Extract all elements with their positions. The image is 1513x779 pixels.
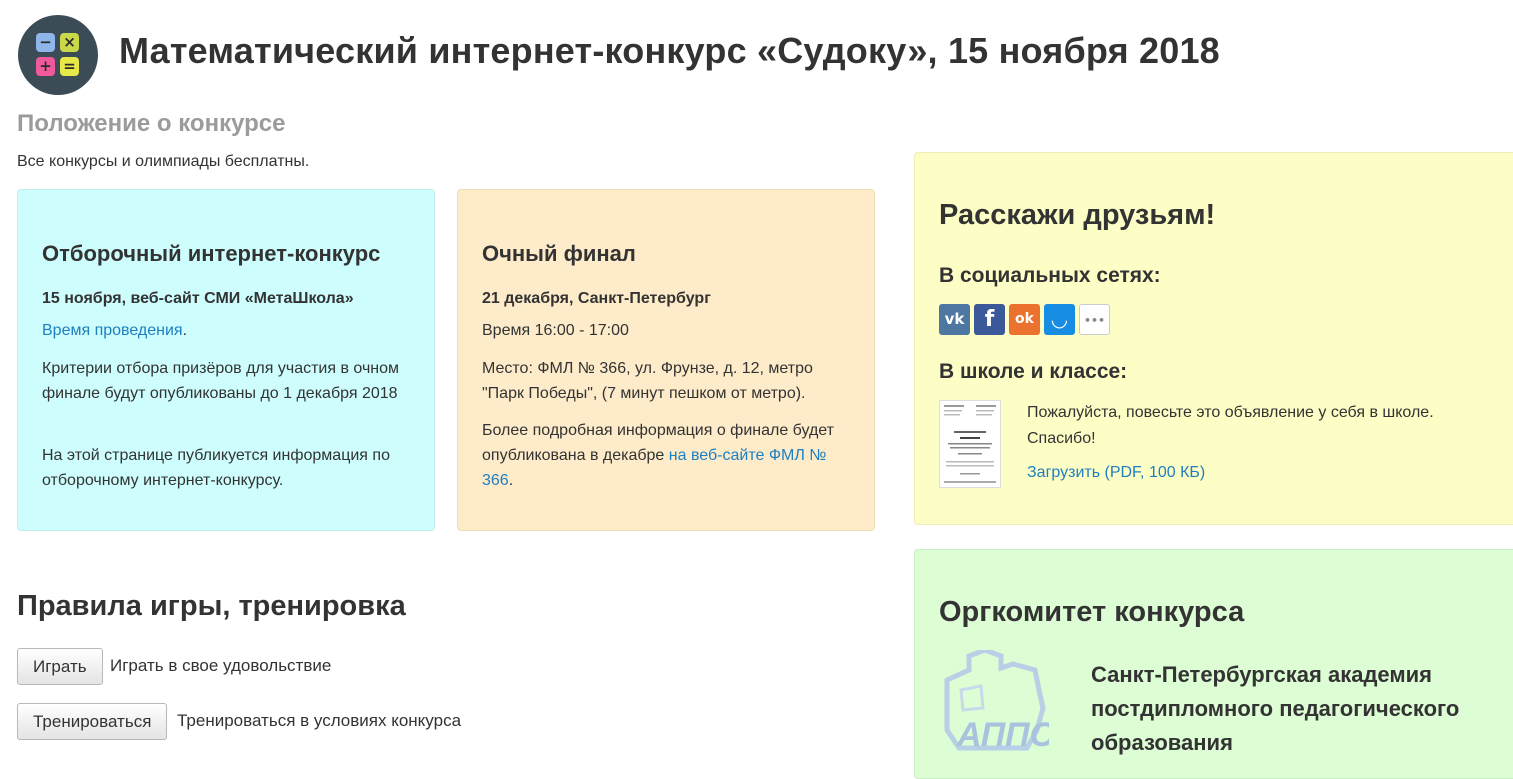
school-heading: В школе и классе: xyxy=(939,360,1128,383)
organizer-title: Оргкомитет конкурса xyxy=(939,596,1245,628)
appo-logo-icon: АППО xyxy=(944,650,1049,754)
flyer-preview-icon xyxy=(944,405,996,483)
free-note: Все конкурсы и олимпиады бесплатны. xyxy=(17,153,310,170)
final-location: Место: ФМЛ № 366, ул. Фрунзе, д. 12, мет… xyxy=(482,360,813,402)
final-time: Время 16:00 - 17:00 xyxy=(482,322,629,339)
train-button[interactable]: Тренироваться xyxy=(17,703,168,740)
qualifier-info: На этой странице публикуется информация … xyxy=(42,447,390,489)
time-link[interactable]: Время проведения xyxy=(42,322,183,339)
logo-plus: + xyxy=(36,57,55,76)
vk-share-button[interactable]: vk xyxy=(939,304,970,335)
final-card: Очный финал 21 декабря, Санкт-Петербург … xyxy=(457,189,875,531)
qualifier-card: Отборочный интернет-конкурс 15 ноября, в… xyxy=(17,189,435,531)
download-flyer-link[interactable]: Загрузить (PDF, 100 КБ) xyxy=(1027,464,1205,482)
play-button[interactable]: Играть xyxy=(17,648,103,685)
qualifier-date-place: 15 ноября, веб-сайт СМИ «МетаШкола» xyxy=(42,290,354,307)
odnoklassniki-share-button[interactable]: ok xyxy=(1009,304,1040,335)
share-title: Расскажи друзьям! xyxy=(939,199,1216,231)
time-suffix: . xyxy=(182,322,188,339)
facebook-share-button[interactable]: f xyxy=(974,304,1005,335)
logo-equals: = xyxy=(60,57,79,76)
site-logo[interactable]: − × + = xyxy=(18,15,98,95)
calculator-icon: − × + = xyxy=(36,30,80,80)
qualifier-title: Отборочный интернет-конкурс xyxy=(42,241,381,266)
school-text: Пожалуйста, повесьте это объявление у се… xyxy=(1027,404,1434,447)
vk-icon: vk xyxy=(944,310,965,328)
odnoklassniki-icon: ok xyxy=(1015,311,1034,327)
moimir-share-button[interactable]: ◡ xyxy=(1044,304,1075,335)
more-share-button[interactable]: ••• xyxy=(1079,304,1110,335)
final-more-suffix: . xyxy=(508,472,514,489)
qualifier-criteria: Критерии отбора призёров для участия в о… xyxy=(42,360,400,402)
logo-times: × xyxy=(60,33,79,52)
share-card: Расскажи друзьям! В социальных сетях: vk… xyxy=(914,152,1513,525)
facebook-icon: f xyxy=(984,307,995,332)
moimir-icon: ◡ xyxy=(1051,307,1068,331)
play-description: Играть в свое удовольствие xyxy=(110,656,332,675)
more-icon: ••• xyxy=(1083,314,1106,327)
final-title: Очный финал xyxy=(482,241,636,266)
flyer-thumbnail[interactable] xyxy=(939,400,1001,488)
appo-logo-text: АППО xyxy=(956,716,1049,754)
qualifier-time-line: Время проведения. xyxy=(42,318,414,343)
social-heading: В социальных сетях: xyxy=(939,264,1161,287)
contest-rules-link[interactable]: Положение о конкурсе xyxy=(17,110,285,138)
logo-minus: − xyxy=(36,33,55,52)
training-title: Правила игры, тренировка xyxy=(17,590,406,622)
organizer-card: Оргкомитет конкурса АППО Санкт-Петербург… xyxy=(914,549,1513,779)
final-date-place: 21 декабря, Санкт-Петербург xyxy=(482,290,711,307)
organizer-name: Санкт-Петербургская академия постдипломн… xyxy=(1091,662,1460,755)
page-title: Математический интернет-конкурс «Судоку»… xyxy=(119,30,1220,71)
train-description: Тренироваться в условиях конкурса xyxy=(177,711,462,730)
final-more-info: Более подробная информация о финале буде… xyxy=(482,418,854,493)
